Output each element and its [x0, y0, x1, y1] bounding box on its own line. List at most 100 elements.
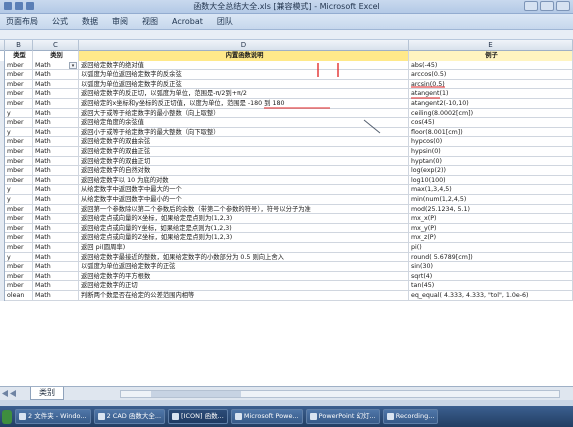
cell-example[interactable]: ceiling(8.0002[cm])	[409, 108, 573, 119]
cell-description[interactable]: 返回给定数字最接近的整数，如果给定数字的小数部分为 0.5 则向上舍入	[79, 252, 409, 263]
cell-description[interactable]: 返回给定数字的双曲正切	[79, 156, 409, 167]
cell-category[interactable]: Math	[33, 147, 79, 157]
header-description[interactable]: 内置函数说明	[79, 51, 409, 61]
cell-description[interactable]: 返回给定数字的绝对值	[79, 60, 409, 71]
cell-category[interactable]: Math	[33, 185, 79, 195]
cell-type[interactable]: mber	[5, 147, 33, 157]
cell-example[interactable]: round( 5.6789[cm])	[409, 252, 573, 263]
cell-description[interactable]: 以弧度为单位返回给定数字的正弦	[79, 262, 409, 272]
cell-type[interactable]: y	[5, 252, 33, 263]
cell-category[interactable]: Math	[33, 252, 79, 263]
cell-description[interactable]: 返回第一个参数除以第二个参数后的余数（带第二个参数的符号），符号以分子为准	[79, 204, 409, 215]
cell-type[interactable]: y	[5, 127, 33, 138]
horizontal-scrollbar[interactable]	[120, 390, 560, 398]
cell-description[interactable]: 返回给定数字的平方根数	[79, 271, 409, 282]
dropdown-arrow-icon[interactable]: ▾	[69, 61, 77, 69]
start-button-icon[interactable]	[2, 409, 12, 424]
cell-type[interactable]: mber	[5, 281, 33, 291]
cell-description[interactable]: 返回给定的x坐标和y坐标的反正切值，以度为单位，范围是 -180 到 180	[79, 99, 409, 109]
cell-type[interactable]: mber	[5, 60, 33, 71]
column-header-b[interactable]: B	[5, 40, 33, 51]
cell-category[interactable]: Math	[33, 89, 79, 99]
taskbar-item-slides[interactable]: PowerPoint 幻灯...	[305, 409, 380, 424]
cell-type[interactable]: mber	[5, 79, 33, 90]
cell-example[interactable]: mx_z(P)	[409, 233, 573, 243]
cell-type[interactable]: mber	[5, 233, 33, 243]
cell-type[interactable]: olean	[5, 291, 33, 301]
taskbar-item-powerpoint[interactable]: Microsoft Powe...	[230, 409, 303, 424]
cell-category[interactable]: Math	[33, 166, 79, 176]
cell-description[interactable]: 返回大于或等于给定数字的最小整数（向上取整）	[79, 108, 409, 119]
tab-team[interactable]: 团队	[217, 16, 233, 27]
taskbar-item-excel[interactable]: [ICON] 函数...	[168, 409, 228, 424]
column-header-d[interactable]: D	[79, 40, 409, 51]
cell-category[interactable]: Math	[33, 271, 79, 282]
cell-category[interactable]: Math	[33, 156, 79, 167]
cell-example[interactable]: min(num(1,2,4,5)	[409, 195, 573, 205]
cell-example[interactable]: hyptan(0)	[409, 156, 573, 167]
cell-example[interactable]: arccos(0.5)	[409, 70, 573, 80]
cell-type[interactable]: y	[5, 108, 33, 119]
cell-category[interactable]: Math	[33, 281, 79, 291]
cell-category[interactable]: Math	[33, 243, 79, 253]
cell-type[interactable]: y	[5, 185, 33, 195]
cell-example[interactable]: floor(8.001[cm])	[409, 127, 573, 138]
cell-type[interactable]: mber	[5, 70, 33, 80]
cell-example[interactable]: mx_x(P)	[409, 214, 573, 224]
cell-description[interactable]: 从给定数字中返回数字中最大的一个	[79, 185, 409, 195]
cell-category[interactable]: Math	[33, 79, 79, 90]
cell-type[interactable]: mber	[5, 271, 33, 282]
cell-category[interactable]: Math	[33, 262, 79, 272]
taskbar-item-cad[interactable]: 2 CAD 函数大全...	[93, 409, 166, 424]
cell-example[interactable]: atangent2(-10,10)	[409, 99, 573, 109]
cell-example[interactable]: pi()	[409, 243, 573, 253]
cell-example[interactable]: hypsin(0)	[409, 147, 573, 157]
cell-category[interactable]: Math	[33, 223, 79, 234]
cell-category[interactable]: Math	[33, 137, 79, 147]
worksheet-grid[interactable]: 类型 类别 内置函数说明 例子 mber Math 返回给定数字的绝对值 abs(-4…	[0, 51, 573, 386]
cell-category[interactable]: Math	[33, 99, 79, 109]
cell-type[interactable]: y	[5, 195, 33, 205]
cell-description[interactable]: 返回给定点或向量的Y坐标，如果给定是点则为(1,2,3)	[79, 223, 409, 234]
cell-description[interactable]: 返回给定数字的正切	[79, 281, 409, 291]
tab-formulas[interactable]: 公式	[52, 16, 68, 27]
cell-category[interactable]: Math	[33, 204, 79, 215]
cell-description[interactable]: 返回给定数字的反正切，以弧度为单位，范围是-π/2到+π/2	[79, 89, 409, 99]
cell-example[interactable]: atangent(1)	[409, 89, 573, 99]
taskbar-item-folder[interactable]: 2 文件夹 - Windo...	[15, 409, 91, 424]
cell-category[interactable]: Math	[33, 127, 79, 138]
cell-type[interactable]: mber	[5, 118, 33, 128]
cell-category[interactable]: Math	[33, 214, 79, 224]
cell-example[interactable]: tan(45)	[409, 281, 573, 291]
cell-type[interactable]: mber	[5, 243, 33, 253]
cell-description[interactable]: 返回给定数字以 10 为底的对数	[79, 175, 409, 186]
cell-example[interactable]: eq_equal( 4.333, 4.333, "tol", 1.0e-6)	[409, 291, 573, 301]
cell-description[interactable]: 从给定数字中返回数字中最小的一个	[79, 195, 409, 205]
cell-type[interactable]: mber	[5, 89, 33, 99]
tab-page-layout[interactable]: 页面布局	[6, 16, 38, 27]
cell-type[interactable]: mber	[5, 137, 33, 147]
cell-category[interactable]: Math	[33, 291, 79, 301]
cell-type[interactable]: mber	[5, 223, 33, 234]
tab-acrobat[interactable]: Acrobat	[172, 17, 203, 26]
cell-description[interactable]: 返回给定点或向量的Z坐标，如果给定是点则为(1,2,3)	[79, 233, 409, 243]
cell-example[interactable]: mx_y(P)	[409, 223, 573, 234]
first-sheet-icon[interactable]	[2, 390, 8, 397]
cell-description[interactable]: 返回给定点或向量的X坐标，如果给定是点则为(1,2,3)	[79, 214, 409, 224]
cell-description[interactable]: 返回给定数字的双曲余弦	[79, 137, 409, 147]
cell-category[interactable]: Math	[33, 175, 79, 186]
cell-example[interactable]: max(1,3,4,5)	[409, 185, 573, 195]
header-category[interactable]: 类别	[33, 51, 79, 61]
cell-type[interactable]: mber	[5, 166, 33, 176]
cell-example[interactable]: log10(100)	[409, 175, 573, 186]
cell-description[interactable]: 返回给定数字的双曲正弦	[79, 147, 409, 157]
cell-category[interactable]: Math	[33, 108, 79, 119]
taskbar-item-recording[interactable]: Recording...	[382, 409, 439, 424]
sheet-tab-category[interactable]: 类别	[30, 387, 64, 400]
cell-category[interactable]: Math	[33, 233, 79, 243]
tab-view[interactable]: 视图	[142, 16, 158, 27]
minimize-icon[interactable]	[524, 1, 538, 11]
scrollbar-thumb[interactable]	[151, 391, 241, 397]
cell-type[interactable]: mber	[5, 156, 33, 167]
cell-example[interactable]: mod(25.1234, 5.1)	[409, 204, 573, 215]
